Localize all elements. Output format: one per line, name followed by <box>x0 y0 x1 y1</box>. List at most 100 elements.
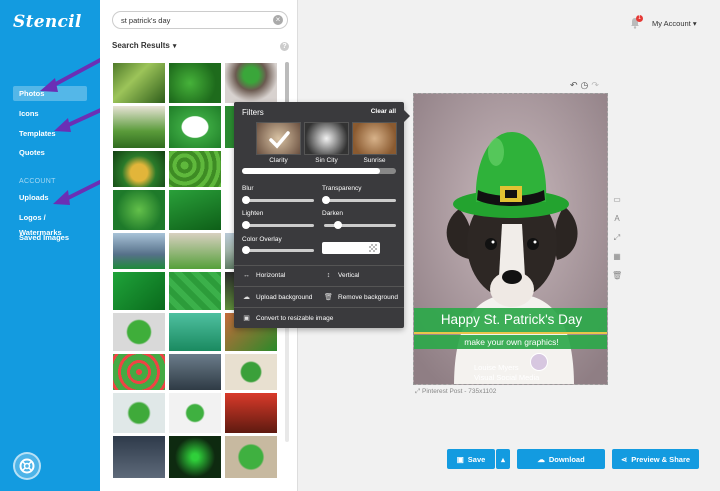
resize-icon[interactable]: ⤢ <box>612 233 622 244</box>
flip-vertical-label: Vertical <box>338 272 360 279</box>
upload-background-button[interactable]: ☁ Upload background <box>242 293 313 302</box>
grid-icon[interactable]: ▦ <box>612 252 622 263</box>
my-account-menu[interactable]: My Account ▾ <box>652 19 697 28</box>
sidebar-item-uploads[interactable]: Uploads <box>13 190 87 205</box>
convert-resizable-label: Convert to resizable image <box>256 314 334 322</box>
darken-slider[interactable] <box>324 221 396 229</box>
canvas-size-label[interactable]: ⤢ Pinterest Post - 735x1102 <box>415 388 496 396</box>
text-size-icon[interactable]: A <box>612 214 622 225</box>
photo-thumb[interactable] <box>112 435 166 479</box>
photo-thumb[interactable] <box>224 62 278 104</box>
preset-sin-city[interactable] <box>304 122 349 155</box>
save-options-button[interactable]: ▴ <box>496 449 510 469</box>
brand-text[interactable]: Visual Social Media <box>474 373 539 382</box>
flip-vertical-icon: ↕ <box>326 272 331 279</box>
app-logo[interactable]: Stencil <box>13 12 82 32</box>
lighten-slider[interactable] <box>242 221 314 229</box>
remove-background-button[interactable]: 🗑 Remove background <box>324 293 398 302</box>
preview-share-button[interactable]: ⋖ Preview & Share <box>612 449 699 469</box>
flip-vertical-button[interactable]: ↕ Vertical <box>324 272 360 279</box>
flip-horizontal-button[interactable]: ↔ Horizontal <box>242 272 285 279</box>
convert-resizable-button[interactable]: ▣ Convert to resizable image <box>242 314 334 323</box>
photo-thumb[interactable] <box>112 392 166 434</box>
photo-thumb[interactable] <box>112 232 166 270</box>
trash-icon[interactable]: 🗑 <box>612 271 622 282</box>
sidebar-item-photos[interactable]: Photos <box>13 86 87 101</box>
photo-thumb[interactable] <box>168 312 222 352</box>
upload-background-label: Upload background <box>256 293 313 301</box>
lighten-label: Lighten <box>242 210 264 217</box>
redo-icon[interactable]: ↷ <box>591 80 599 91</box>
photo-thumb[interactable] <box>168 105 222 149</box>
photo-thumb[interactable] <box>224 392 278 434</box>
subline-text[interactable]: make your own graphics! <box>414 335 607 349</box>
headline-text[interactable]: Happy St. Patrick's Day <box>414 308 607 332</box>
filters-title: Filters <box>242 108 264 117</box>
filters-popover: Filters Clear all Clarity Sin City Sunri… <box>234 102 410 328</box>
photo-thumb[interactable] <box>168 62 222 104</box>
chevron-down-icon: ▾ <box>172 43 177 50</box>
color-overlay-label: Color Overlay <box>242 236 282 243</box>
remove-background-label: Remove background <box>338 293 398 301</box>
design-canvas[interactable]: Happy St. Patrick's Day make your own gr… <box>413 93 608 385</box>
author-avatar[interactable] <box>530 353 548 371</box>
search-input[interactable] <box>121 14 271 27</box>
photo-thumb[interactable] <box>224 353 278 391</box>
photo-thumb[interactable] <box>168 189 222 231</box>
sidebar-item-icons[interactable]: Icons <box>13 106 87 121</box>
author-text[interactable]: Louise Myers <box>474 363 519 372</box>
photo-thumb[interactable] <box>112 62 166 104</box>
chevron-down-icon: ▾ <box>692 19 697 28</box>
checkmark-icon <box>269 131 290 149</box>
clear-all-button[interactable]: Clear all <box>371 108 396 115</box>
lifebuoy-icon <box>19 458 35 474</box>
notification-badge: 1 <box>636 15 643 22</box>
photo-thumb[interactable] <box>224 435 278 479</box>
divider <box>234 265 404 266</box>
photo-thumb[interactable] <box>112 353 166 391</box>
sidebar-item-saved-images[interactable]: Saved Images <box>13 230 87 245</box>
cloud-download-icon: ☁ <box>537 454 545 464</box>
photo-thumb[interactable] <box>168 435 222 479</box>
photo-thumb[interactable] <box>168 353 222 391</box>
preset-clarity[interactable] <box>256 122 301 155</box>
filter-intensity-slider[interactable] <box>242 168 396 174</box>
darken-label: Darken <box>322 210 343 217</box>
help-lifebuoy-button[interactable] <box>13 452 41 480</box>
canvas-side-tools: ▭ A ⤢ ▦ 🗑 <box>612 195 622 282</box>
photo-thumb[interactable] <box>112 150 166 188</box>
photo-thumb[interactable] <box>168 232 222 270</box>
sidebar-item-logos[interactable]: Logos / Watermarks <box>13 210 87 237</box>
photo-thumb[interactable] <box>112 271 166 311</box>
photo-thumb[interactable] <box>112 105 166 149</box>
gold-divider <box>414 332 607 334</box>
sidebar-item-quotes[interactable]: Quotes <box>13 145 87 160</box>
photo-thumb[interactable] <box>112 189 166 231</box>
transparency-slider[interactable] <box>322 196 396 204</box>
sidebar-item-templates[interactable]: Templates <box>13 126 87 141</box>
color-overlay-picker[interactable] <box>322 242 380 254</box>
undo-icon[interactable]: ↶ <box>570 80 578 91</box>
photo-thumb[interactable] <box>112 312 166 352</box>
photo-thumb[interactable] <box>168 271 222 311</box>
blur-slider[interactable] <box>242 196 314 204</box>
history-icon[interactable]: ◷ <box>581 80 589 91</box>
search-results-dropdown[interactable]: Search Results ▾ <box>112 41 176 50</box>
search-box: × <box>112 11 288 29</box>
save-button[interactable]: ▣ Save <box>447 449 495 469</box>
color-overlay-slider[interactable] <box>242 246 314 254</box>
cloud-upload-icon: ☁ <box>243 294 250 301</box>
resize-icon: ⤢ <box>415 388 421 395</box>
download-button[interactable]: ☁ Download <box>517 449 605 469</box>
photo-thumb[interactable] <box>168 150 222 188</box>
page-icon[interactable]: ▭ <box>612 195 622 206</box>
help-icon[interactable]: ? <box>280 42 289 51</box>
divider <box>234 286 404 287</box>
photo-thumb[interactable] <box>168 392 222 434</box>
clear-search-icon[interactable]: × <box>273 15 283 25</box>
preset-sunrise[interactable] <box>352 122 397 155</box>
download-label: Download <box>548 454 585 464</box>
my-account-label: My Account <box>652 19 691 28</box>
blur-label: Blur <box>242 185 254 192</box>
share-icon: ⋖ <box>620 454 628 464</box>
